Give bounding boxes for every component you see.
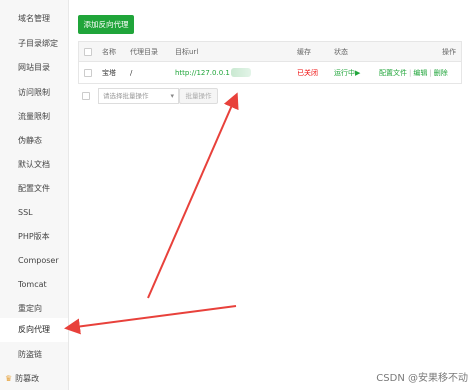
arrow-to-target-url (147, 92, 239, 299)
arrow-to-reverse-proxy (64, 305, 237, 335)
watermark: CSDN @安果移不动 (376, 373, 468, 384)
annotation-arrows (64, 92, 239, 335)
